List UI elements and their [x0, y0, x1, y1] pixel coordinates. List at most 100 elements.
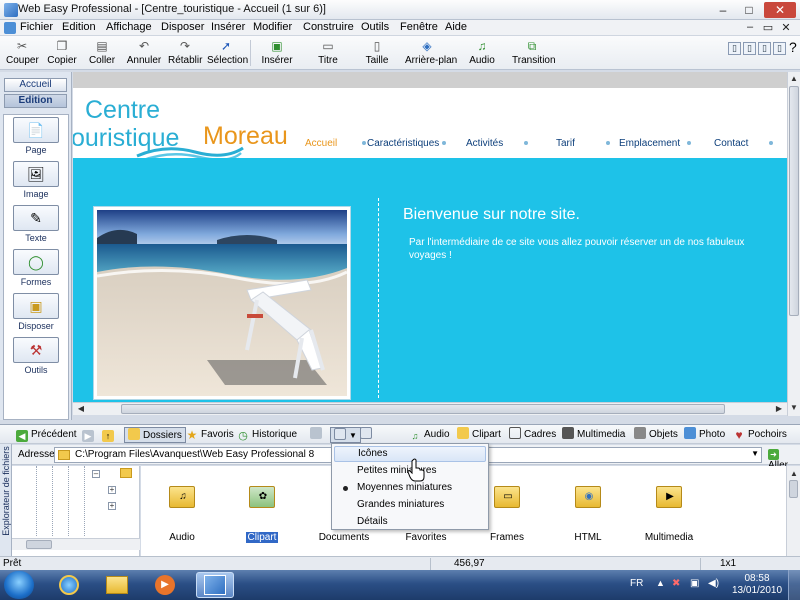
close-button[interactable]: ✕ [764, 2, 796, 18]
doc-minimize-button[interactable]: – [742, 21, 758, 33]
undo-button[interactable]: ↶ Annuler [126, 38, 162, 68]
web-easy-taskbar-button[interactable] [196, 572, 234, 598]
tool-image[interactable]: 🖼 Image [10, 161, 62, 199]
menu-disposer[interactable]: Disposer [161, 21, 204, 33]
view-icon-3[interactable]: ▯ [758, 42, 771, 55]
media-taskbar-button[interactable]: ▶ [146, 572, 184, 598]
menu-fichier[interactable]: Fichier [20, 21, 53, 33]
canvas-vertical-scrollbar[interactable]: ▲ ▼ [787, 72, 800, 416]
up-folder-button[interactable]: ↑ [102, 427, 117, 443]
nav-emplacement[interactable]: Emplacement [619, 138, 680, 149]
tool-page[interactable]: 📄 Page [10, 117, 62, 155]
objects-filter-button[interactable]: Objets [634, 427, 678, 443]
nav-contact[interactable]: Contact [714, 138, 748, 149]
explorer-taskbar-button[interactable] [98, 572, 136, 598]
tree-expand-icon[interactable]: + [108, 486, 116, 494]
file-html[interactable]: ◉ HTML [553, 486, 623, 543]
menu-affichage[interactable]: Affichage [106, 21, 152, 33]
tray-network-icon[interactable]: ✖ [672, 578, 680, 589]
tab-edition[interactable]: Edition [4, 94, 67, 108]
view-icon-2[interactable]: ▯ [743, 42, 756, 55]
copy-button[interactable]: ❐ Copier [46, 38, 78, 68]
file-multimedia[interactable]: ▶ Multimedia [634, 486, 704, 543]
scroll-up-icon[interactable]: ▲ [788, 468, 800, 480]
page-canvas[interactable]: Centre ouristique Moreau Accueil Caracté… [73, 72, 787, 402]
tab-accueil[interactable]: Accueil [4, 78, 67, 92]
doc-restore-button[interactable]: ▭ [760, 21, 776, 34]
welcome-text[interactable]: Par l'intermédiaire de ce site vous alle… [409, 236, 769, 262]
clock[interactable]: 08:58 13/01/2010 [732, 573, 782, 597]
tree-horizontal-scrollbar[interactable] [12, 538, 140, 550]
tool-arrange[interactable]: ▣ Disposer [10, 293, 62, 331]
horizontal-scroll-thumb[interactable] [121, 404, 725, 414]
scroll-up-icon[interactable]: ▲ [788, 73, 800, 85]
details-view-button[interactable] [360, 427, 375, 443]
tree-expand-icon[interactable]: + [108, 502, 116, 510]
back-button[interactable]: ◀ Précédent [16, 427, 77, 443]
title-button[interactable]: ▭ Titre [314, 38, 342, 68]
favorites-button[interactable]: ★ Favoris [186, 427, 234, 443]
scroll-right-icon[interactable]: ▶ [773, 403, 785, 415]
clipart-filter-button[interactable]: Clipart [457, 427, 501, 443]
menu-construire[interactable]: Construire [303, 21, 354, 33]
tool-shapes[interactable]: ◯ Formes [10, 249, 62, 287]
maximize-button[interactable]: □ [738, 2, 760, 18]
photo-filter-button[interactable]: Photo [684, 427, 725, 443]
menu-inserer[interactable]: Insérer [211, 21, 245, 33]
tray-volume-icon[interactable]: ◀) [708, 578, 719, 589]
tree-scroll-thumb[interactable] [26, 540, 52, 549]
transition-button[interactable]: ⧉ Transition [512, 38, 556, 68]
welcome-title[interactable]: Bienvenue sur notre site. [403, 206, 580, 224]
help-icon[interactable]: ? [789, 39, 797, 55]
tool-text[interactable]: ✎ Texte [10, 205, 62, 243]
ie-taskbar-button[interactable] [50, 572, 88, 598]
start-button[interactable] [4, 571, 34, 599]
language-indicator[interactable]: FR [630, 578, 643, 589]
file-clipart[interactable]: ✿ Clipart [227, 486, 297, 543]
menu-outils[interactable]: Outils [361, 21, 389, 33]
nav-activites[interactable]: Activités [466, 138, 503, 149]
tray-chevron-icon[interactable]: ▲ [656, 578, 665, 588]
menu-aide[interactable]: Aide [445, 21, 467, 33]
tree-collapse-icon[interactable]: – [92, 470, 100, 478]
tray-display-icon[interactable]: ▣ [690, 578, 699, 589]
redo-button[interactable]: ↷ Rétablir [168, 38, 202, 68]
view-icon-4[interactable]: ▯ [773, 42, 786, 55]
nav-tarif[interactable]: Tarif [556, 138, 575, 149]
insert-page-button[interactable]: ▣ Insérer [260, 38, 294, 68]
scroll-left-icon[interactable]: ◀ [75, 403, 87, 415]
cut-button[interactable]: ✂ Couper [6, 38, 39, 68]
doc-close-button[interactable]: ✕ [778, 21, 794, 34]
menu-item-large-thumbnails[interactable]: Grandes miniatures [334, 497, 486, 513]
multimedia-filter-button[interactable]: Multimedia [562, 427, 625, 443]
audio-filter-button[interactable]: ♫ Audio [409, 427, 450, 443]
paste-button[interactable]: ▤ Coller [86, 38, 118, 68]
folders-button[interactable]: Dossiers [124, 427, 186, 443]
menu-modifier[interactable]: Modifier [253, 21, 292, 33]
nav-caracteristiques[interactable]: Caractéristiques [367, 138, 439, 149]
canvas-horizontal-scrollbar[interactable]: ◀ ▶ [73, 402, 787, 415]
frames-filter-button[interactable]: Cadres [509, 427, 556, 443]
tool-tools[interactable]: ⚒ Outils [10, 337, 62, 375]
history-button[interactable]: ◷ Historique [237, 427, 297, 443]
minimize-button[interactable]: – [712, 2, 734, 18]
size-button[interactable]: ▯ Taille [362, 38, 392, 68]
forward-button[interactable]: ▶ [82, 427, 97, 443]
show-desktop-button[interactable] [788, 570, 800, 600]
scroll-down-icon[interactable]: ▼ [788, 402, 800, 414]
beach-photo-frame[interactable] [93, 206, 351, 400]
select-button[interactable]: ➚ Sélection [207, 38, 248, 68]
menu-edition[interactable]: Edition [62, 21, 96, 33]
menu-item-details[interactable]: Détails [334, 514, 486, 530]
files-scroll-thumb[interactable] [789, 480, 798, 498]
vertical-scroll-thumb[interactable] [789, 86, 799, 316]
view-icon-1[interactable]: ▯ [728, 42, 741, 55]
view-mode-button[interactable]: ▼ [330, 427, 361, 443]
menu-fenetre[interactable]: Fenêtre [400, 21, 438, 33]
chevron-down-icon[interactable]: ▼ [751, 449, 759, 458]
file-audio[interactable]: ♫ Audio [147, 486, 217, 543]
audio-button[interactable]: ♫ Audio [469, 38, 495, 68]
nav-accueil[interactable]: Accueil [305, 138, 337, 149]
background-button[interactable]: ◈ Arrière-plan [405, 38, 457, 68]
menu-item-medium-thumbnails[interactable]: Moyennes miniatures [334, 480, 486, 496]
